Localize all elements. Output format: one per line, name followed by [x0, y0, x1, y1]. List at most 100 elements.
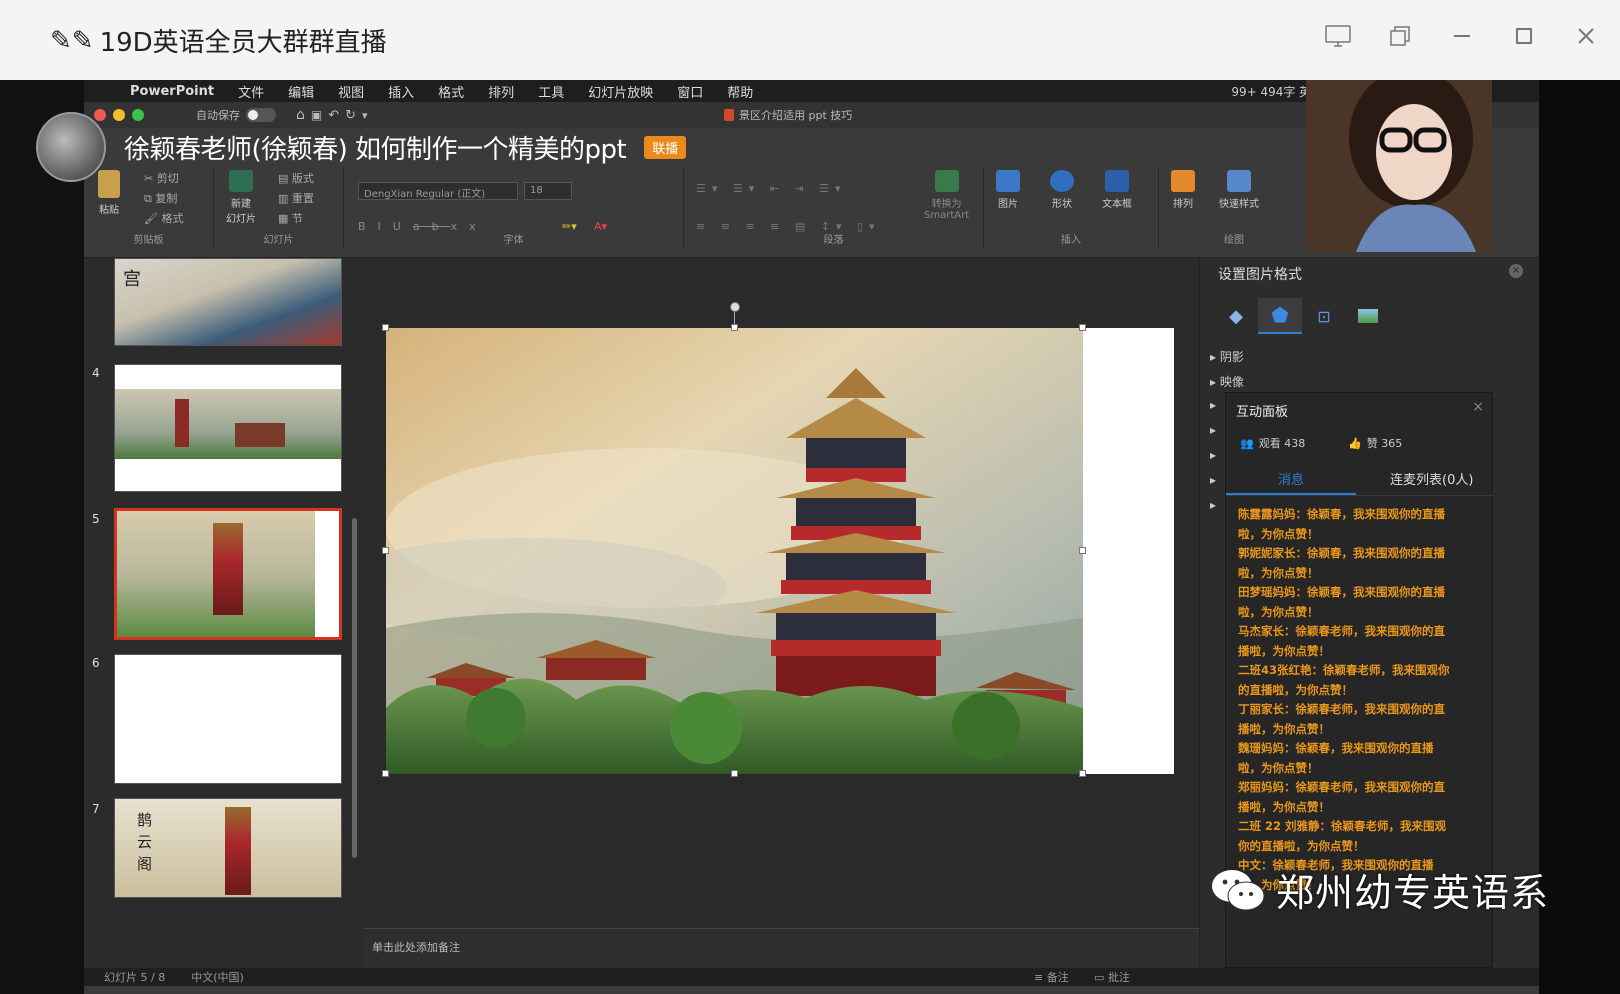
format-painter-button[interactable]: 🖌 格式	[144, 210, 183, 226]
collapsed-row[interactable]: ▸	[1210, 398, 1216, 412]
menu-file[interactable]: 文件	[226, 82, 276, 101]
arrange-icon	[1171, 170, 1195, 192]
slide-thumbnail-7[interactable]: 鹊 云 阁	[114, 798, 342, 898]
status-badge: 联播	[644, 135, 687, 159]
shape-button[interactable]: 形状	[1050, 170, 1074, 210]
pentagon-icon: ⬟	[1271, 303, 1289, 327]
close-icon[interactable]	[1570, 20, 1602, 52]
list-item: 郑丽妈妈：徐颖春老师，我来围观你的直播啦，为你点赞！	[1238, 780, 1445, 814]
menu-view[interactable]: 视图	[326, 82, 376, 101]
format-painter-label: 格式	[161, 212, 184, 225]
resize-handle-tl[interactable]	[382, 324, 389, 331]
webcam-feed[interactable]	[1306, 80, 1492, 252]
smartart-button[interactable]: 转换为 SmartArt	[924, 170, 969, 221]
slide-thumbnail-4[interactable]	[114, 364, 342, 492]
resize-handle-tr[interactable]	[1079, 324, 1086, 331]
notes-placeholder: 单击此处添加备注	[372, 941, 460, 954]
menu-tools[interactable]: 工具	[526, 82, 576, 101]
thumb4-image	[115, 389, 341, 459]
slide-thumbnail-5[interactable]	[114, 508, 342, 640]
resize-handle-bl[interactable]	[382, 770, 389, 777]
font-name-select[interactable]: DengXian Regular (正文)	[358, 182, 518, 200]
close-icon[interactable]: ×	[1472, 399, 1484, 415]
shadow-row[interactable]: ▸ 阴影	[1210, 348, 1244, 365]
menu-slideshow[interactable]: 幻灯片放映	[576, 82, 665, 101]
resize-handle-tm[interactable]	[731, 324, 738, 331]
watermark-text: 郑州幼专英语系	[1276, 871, 1550, 915]
collapsed-row[interactable]: ▸	[1210, 448, 1216, 462]
comments-toggle[interactable]: ▭ 批注	[1094, 969, 1130, 985]
list-buttons[interactable]: ☰▾ ☰▾ ⇤ ⇥ ☰▾	[696, 182, 847, 195]
thumb-number-5: 5	[92, 512, 100, 526]
clipboard-group-label: 剪贴板	[133, 235, 164, 246]
tab-mic-list[interactable]: 连麦列表(0人)	[1390, 469, 1473, 488]
maximize-icon[interactable]	[1508, 20, 1540, 52]
quick-styles-label: 快速样式	[1219, 199, 1259, 210]
menu-window[interactable]: 窗口	[665, 82, 715, 101]
viewer-count: 👥 观看 438	[1240, 435, 1305, 451]
slide-counter: 幻灯片 5 / 8	[104, 971, 166, 984]
thumb4-buildings	[235, 423, 285, 447]
quick-styles-icon	[1227, 170, 1251, 192]
menu-arrange[interactable]: 排列	[476, 82, 526, 101]
section-button[interactable]: ▦ 节	[278, 210, 303, 226]
quick-styles-button[interactable]: 快速样式	[1219, 170, 1259, 210]
picture-icon	[996, 170, 1020, 192]
thumbnail-scrollbar[interactable]	[352, 518, 357, 858]
arrange-button[interactable]: 排列	[1171, 170, 1195, 210]
effects-tab[interactable]: ⬟	[1258, 298, 1302, 334]
thumb-calligraphy: 宫	[123, 269, 141, 290]
textbox-label: 文本框	[1102, 199, 1132, 210]
thumbs-up-icon: 👍	[1348, 436, 1362, 450]
language-indicator[interactable]: 中文(中国)	[191, 969, 244, 985]
picture-button[interactable]: 图片	[996, 170, 1020, 210]
slide-thumbnail-3[interactable]: 宫	[114, 258, 342, 346]
close-icon[interactable]: ×	[1509, 264, 1523, 278]
collapsed-row[interactable]: ▸	[1210, 498, 1216, 512]
resize-handle-br[interactable]	[1079, 770, 1086, 777]
menu-edit[interactable]: 编辑	[276, 82, 326, 101]
window-title-text: 19D英语全员大群群直播	[99, 28, 387, 58]
copy-button[interactable]: ⧉ 复制	[144, 190, 177, 206]
rotate-handle-line	[734, 312, 735, 324]
textbox-button[interactable]: 文本框	[1102, 170, 1132, 210]
minimize-icon[interactable]	[1446, 20, 1478, 52]
menu-app-name[interactable]: PowerPoint	[118, 84, 226, 99]
pen-icon: ✎✎	[50, 25, 94, 56]
menu-format[interactable]: 格式	[426, 82, 476, 101]
reset-button[interactable]: ▥ 重置	[278, 190, 314, 206]
current-slide[interactable]	[382, 302, 1174, 777]
reflection-row[interactable]: ▸ 映像	[1210, 373, 1244, 390]
picture-tab[interactable]	[1346, 298, 1390, 334]
letterbox-right	[1539, 80, 1620, 994]
avatar[interactable]	[36, 112, 106, 182]
rotate-handle-icon[interactable]	[730, 302, 740, 312]
screen-share-icon[interactable]	[1322, 20, 1354, 52]
menu-insert[interactable]: 插入	[376, 82, 426, 101]
collapsed-row[interactable]: ▸	[1210, 423, 1216, 437]
tab-messages[interactable]: 消息	[1278, 469, 1304, 488]
people-icon: 👥	[1240, 436, 1254, 450]
document-name: 景区介绍适用 ppt 技巧	[739, 109, 853, 122]
reset-icon: ▥	[278, 192, 292, 205]
fill-line-tab[interactable]: ◆	[1214, 298, 1258, 334]
resize-handle-ml[interactable]	[382, 547, 389, 554]
pagoda-photo[interactable]	[386, 328, 1083, 774]
slide-thumbnail-6[interactable]	[114, 654, 342, 784]
size-icon: ⊡	[1317, 306, 1331, 326]
font-size-select[interactable]: 18	[524, 182, 572, 200]
notes-toggle[interactable]: ≡ 备注	[1034, 969, 1069, 985]
popout-icon[interactable]	[1384, 20, 1416, 52]
collapsed-row[interactable]: ▸	[1210, 473, 1216, 487]
wechat-watermark: 郑州幼专英语系	[1210, 862, 1549, 917]
tab-divider	[1226, 495, 1494, 496]
resize-handle-mr[interactable]	[1079, 547, 1086, 554]
menu-help[interactable]: 帮助	[715, 82, 765, 101]
shape-label: 形状	[1052, 199, 1072, 210]
shape-icon	[1050, 170, 1074, 192]
drawing-group-label: 绘图	[1224, 235, 1244, 246]
size-properties-tab[interactable]: ⊡	[1302, 298, 1346, 334]
document-title: 景区介绍适用 ppt 技巧	[724, 107, 852, 123]
resize-handle-bm[interactable]	[731, 770, 738, 777]
notes-area[interactable]: 单击此处添加备注	[364, 928, 1199, 968]
